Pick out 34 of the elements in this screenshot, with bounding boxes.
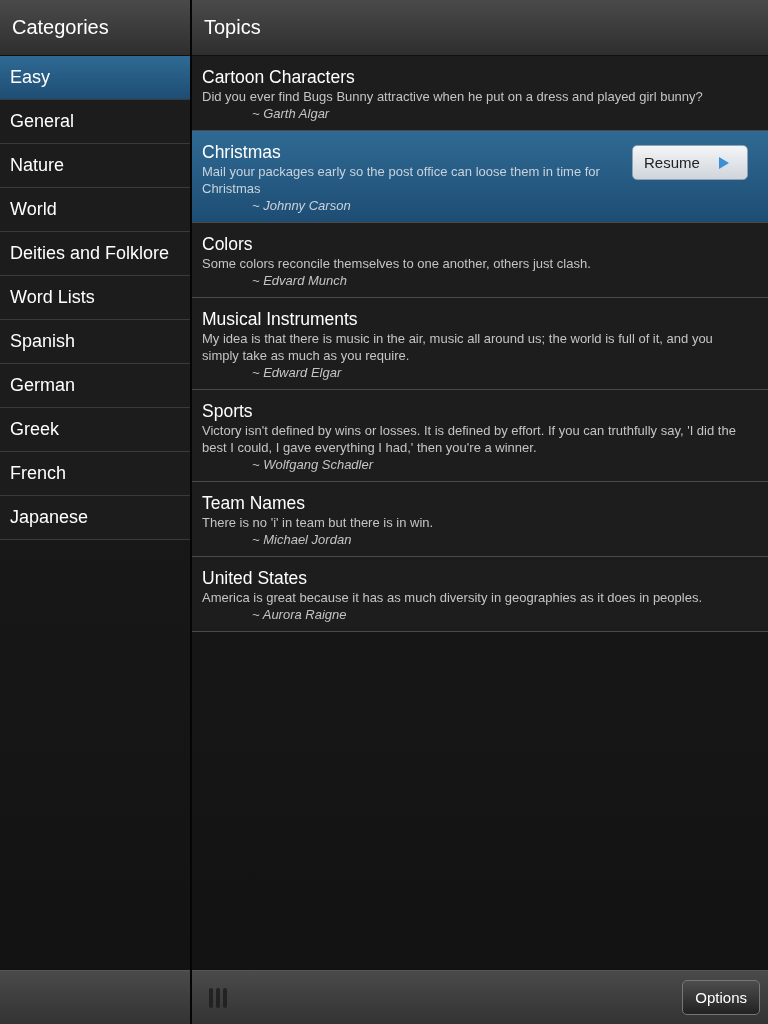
- topic-title: Colors: [202, 233, 253, 255]
- category-item[interactable]: Japanese: [0, 496, 190, 540]
- panel-title: Topics: [204, 16, 261, 39]
- topic-quote: Victory isn't defined by wins or losses. It is defined by effort. If you can truthfully say, 'I did the best I could, I gave everything I had,' then you're a winner.: [202, 422, 737, 456]
- topic-title: Musical Instruments: [202, 308, 358, 330]
- topic-quote: Mail your packages early so the post office can loose them in time for Christmas: [202, 163, 601, 197]
- topic-quote: There is no 'i' in team but there is in win.: [202, 514, 434, 531]
- quote-author: ~ Aurora Raigne: [252, 606, 347, 623]
- quote-author: ~ Michael Jordan: [252, 531, 352, 548]
- topic-quote: America is great because it has as much diversity in geographies as it does in peoples.: [202, 589, 703, 606]
- quote-author: ~ Garth Algar: [252, 105, 330, 122]
- panel-title: Categories: [12, 16, 109, 39]
- options-button[interactable]: Options: [682, 980, 760, 1015]
- category-item[interactable]: French: [0, 452, 190, 496]
- topic-title: Team Names: [202, 492, 306, 514]
- topic-item[interactable]: Christmas Mail your packages early so the post office can loose them in time for Christmas ~ Johnny Carson Resume: [192, 131, 768, 223]
- topic-title: Christmas: [202, 141, 281, 163]
- topic-title: Cartoon Characters: [202, 66, 355, 88]
- topic-title: Sports: [202, 400, 253, 422]
- quote-author: ~ Edward Elgar: [252, 364, 342, 381]
- topic-title: United States: [202, 567, 308, 589]
- play-icon: [719, 156, 729, 169]
- topic-quote: My idea is that there is music in the air, music all around us; the world is full of it, and you simply take as much as you require.: [202, 330, 714, 364]
- topic-quote: Some colors reconcile themselves to one another, others just clash.: [202, 255, 591, 272]
- quote-author: ~ Johnny Carson: [252, 197, 351, 214]
- quote-author: ~ Wolfgang Schadler: [252, 456, 374, 473]
- topic-item[interactable]: United States America is great because it has as much diversity in geographies as it does in peoples. ~ Aurora Raigne: [192, 557, 768, 632]
- topic-quote: Did you ever find Bugs Bunny attractive when he put on a dress and played girl bunny?: [202, 88, 703, 105]
- grip-icon[interactable]: [208, 987, 228, 1008]
- topic-item[interactable]: Team Names There is no 'i' in team but there is in win. ~ Michael Jordan: [192, 482, 768, 557]
- resume-button[interactable]: Resume: [632, 145, 748, 180]
- quote-author: ~ Edvard Munch: [252, 272, 348, 289]
- topic-item[interactable]: Sports Victory isn't defined by wins or losses. It is defined by effort. If you can truthfully say, 'I did the best I could, I gave everything I had,' then you're a winner. ~ Wolfgang Schadler: [192, 390, 768, 482]
- category-item[interactable]: Easy: [0, 56, 190, 100]
